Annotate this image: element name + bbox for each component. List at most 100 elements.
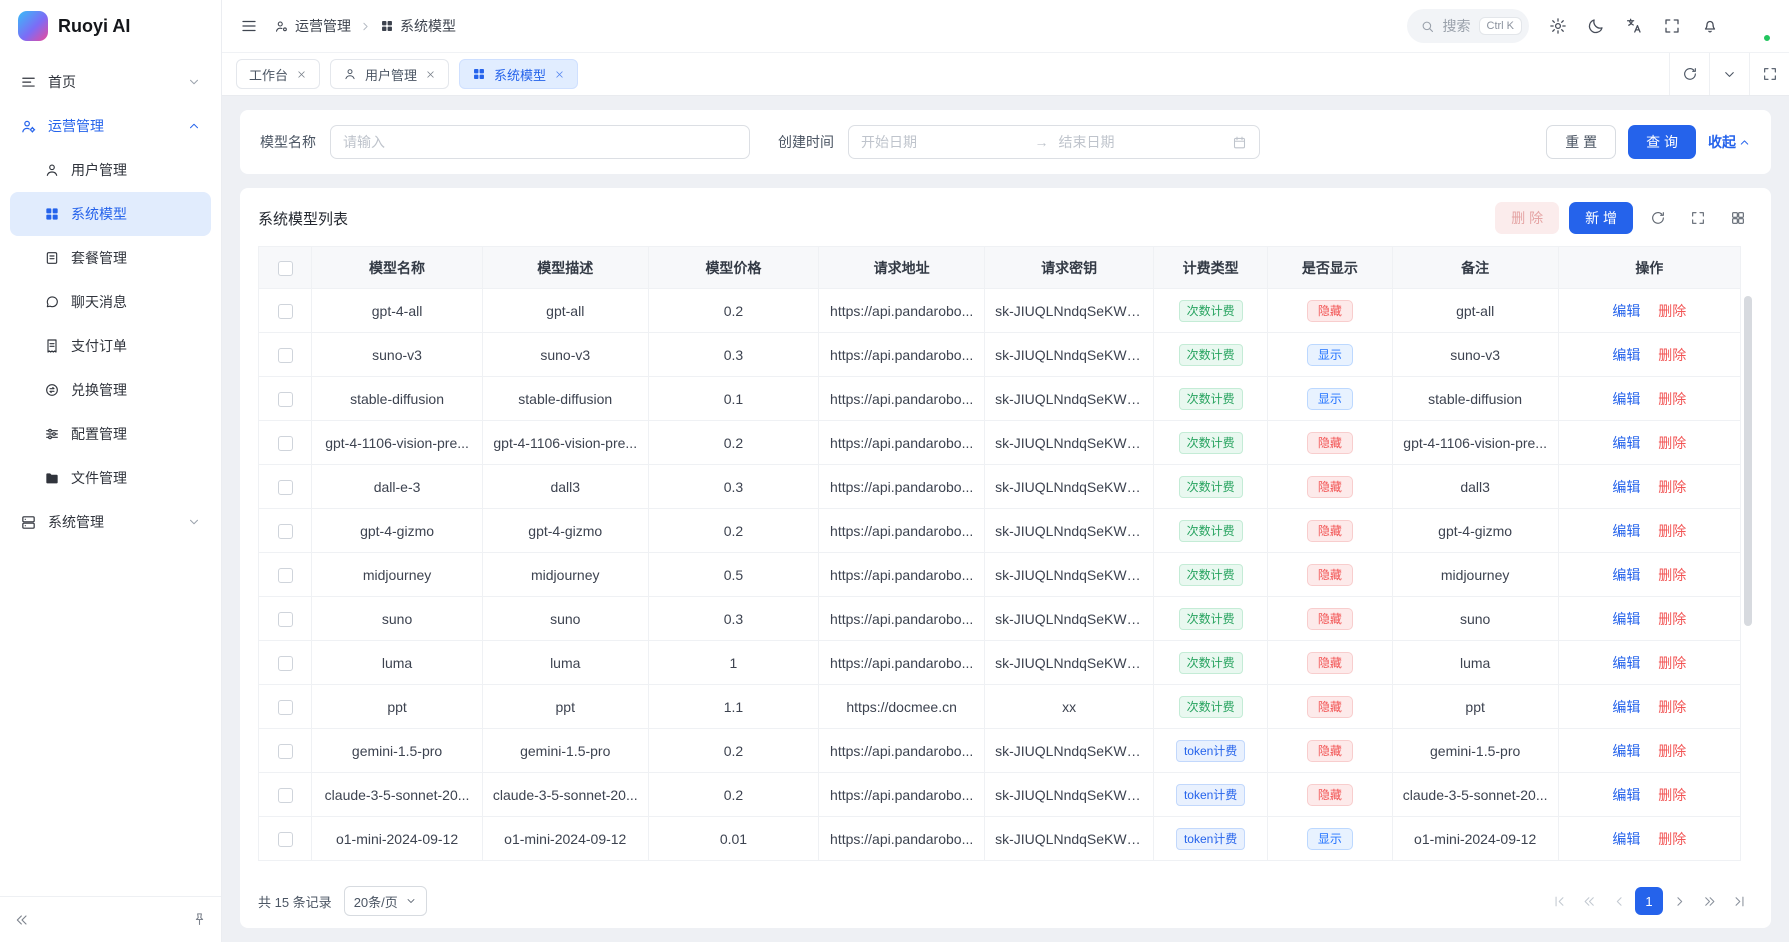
- cell-remark: stable-diffusion: [1392, 377, 1558, 421]
- sidebar-item-config-management[interactable]: 配置管理: [10, 412, 211, 456]
- edit-link[interactable]: 编辑: [1612, 567, 1640, 583]
- edit-link[interactable]: 编辑: [1612, 699, 1640, 715]
- column-settings-button[interactable]: [1723, 203, 1753, 233]
- sidebar-item-user-management[interactable]: 用户管理: [10, 148, 211, 192]
- maximize-content-button[interactable]: [1749, 53, 1789, 95]
- language-button[interactable]: [1625, 17, 1643, 35]
- tab-close-button[interactable]: [296, 69, 307, 80]
- pagination-next-button[interactable]: [1665, 887, 1693, 915]
- table-row: o1-mini-2024-09-12 o1-mini-2024-09-12 0.…: [259, 817, 1741, 861]
- dark-mode-button[interactable]: [1587, 17, 1605, 35]
- notifications-button[interactable]: [1701, 17, 1719, 35]
- edit-link[interactable]: 编辑: [1612, 611, 1640, 627]
- billing-type-badge: 次数计费: [1179, 520, 1243, 542]
- edit-link[interactable]: 编辑: [1612, 523, 1640, 539]
- tab-system-models[interactable]: 系统模型: [459, 59, 578, 89]
- fullscreen-button[interactable]: [1663, 17, 1681, 35]
- pagination: 1: [1545, 887, 1753, 915]
- delete-link[interactable]: 删除: [1658, 479, 1686, 495]
- row-checkbox[interactable]: [278, 524, 293, 539]
- sidebar-pin-button[interactable]: [192, 912, 207, 927]
- pagination-page-1[interactable]: 1: [1635, 887, 1663, 915]
- delete-link[interactable]: 删除: [1658, 435, 1686, 451]
- columns-grid-icon: [1730, 210, 1746, 226]
- delete-link[interactable]: 删除: [1658, 523, 1686, 539]
- refresh-table-button[interactable]: [1643, 203, 1673, 233]
- tab-list-dropdown-button[interactable]: [1709, 53, 1749, 95]
- add-button[interactable]: 新 增: [1569, 202, 1633, 234]
- delete-link[interactable]: 删除: [1658, 611, 1686, 627]
- delete-link[interactable]: 删除: [1658, 567, 1686, 583]
- pin-icon: [192, 912, 207, 927]
- row-checkbox[interactable]: [278, 656, 293, 671]
- edit-link[interactable]: 编辑: [1612, 347, 1640, 363]
- menu-toggle-button[interactable]: [240, 17, 258, 35]
- delete-link[interactable]: 删除: [1658, 787, 1686, 803]
- edit-link[interactable]: 编辑: [1612, 479, 1640, 495]
- sidebar-item-chat-messages[interactable]: 聊天消息: [10, 280, 211, 324]
- sidebar-item-home[interactable]: 首页: [10, 60, 211, 104]
- collapse-filter-link[interactable]: 收起: [1708, 132, 1751, 152]
- reset-button[interactable]: 重 置: [1546, 125, 1616, 159]
- edit-link[interactable]: 编辑: [1612, 743, 1640, 759]
- sidebar-item-exchange-management[interactable]: 兑换管理: [10, 368, 211, 412]
- pagination-next-group-button[interactable]: [1695, 887, 1723, 915]
- row-checkbox[interactable]: [278, 304, 293, 319]
- model-name-input[interactable]: [330, 125, 750, 159]
- select-all-checkbox[interactable]: [278, 261, 293, 276]
- tab-close-button[interactable]: [425, 69, 436, 80]
- user-avatar[interactable]: [1739, 10, 1771, 42]
- pagination-prev-button[interactable]: [1605, 887, 1633, 915]
- settings-button[interactable]: [1549, 17, 1567, 35]
- global-search[interactable]: 搜索 Ctrl K: [1407, 9, 1530, 43]
- sidebar-item-package-management[interactable]: 套餐管理: [10, 236, 211, 280]
- delete-link[interactable]: 删除: [1658, 831, 1686, 847]
- pagination-first-button[interactable]: [1545, 887, 1573, 915]
- delete-link[interactable]: 删除: [1658, 391, 1686, 407]
- row-checkbox[interactable]: [278, 348, 293, 363]
- refresh-tab-button[interactable]: [1669, 53, 1709, 95]
- row-checkbox[interactable]: [278, 392, 293, 407]
- row-checkbox[interactable]: [278, 568, 293, 583]
- edit-link[interactable]: 编辑: [1612, 831, 1640, 847]
- cell-model-name: gemini-1.5-pro: [312, 729, 482, 773]
- edit-link[interactable]: 编辑: [1612, 787, 1640, 803]
- page-size-select[interactable]: 20条/页: [344, 886, 427, 916]
- date-range-picker[interactable]: 开始日期 → 结束日期: [848, 125, 1260, 159]
- delete-link[interactable]: 删除: [1658, 743, 1686, 759]
- delete-link[interactable]: 删除: [1658, 347, 1686, 363]
- sidebar-item-system-models[interactable]: 系统模型: [10, 192, 211, 236]
- edit-link[interactable]: 编辑: [1612, 655, 1640, 671]
- pagination-prev-group-button[interactable]: [1575, 887, 1603, 915]
- row-checkbox[interactable]: [278, 612, 293, 627]
- row-checkbox[interactable]: [278, 436, 293, 451]
- breadcrumb-item-system-models[interactable]: 系统模型: [380, 16, 456, 36]
- delete-link[interactable]: 删除: [1658, 699, 1686, 715]
- tab-label: 工作台: [249, 65, 288, 84]
- tab-workbench[interactable]: 工作台: [236, 59, 320, 89]
- table-vertical-scrollbar[interactable]: [1744, 296, 1752, 626]
- row-checkbox[interactable]: [278, 480, 293, 495]
- row-checkbox[interactable]: [278, 788, 293, 803]
- billing-type-badge: 次数计费: [1179, 432, 1243, 454]
- pagination-last-button[interactable]: [1725, 887, 1753, 915]
- row-checkbox[interactable]: [278, 744, 293, 759]
- delete-selected-button[interactable]: 删 除: [1495, 202, 1559, 234]
- tab-user-management[interactable]: 用户管理: [330, 59, 449, 89]
- query-button[interactable]: 查 询: [1628, 125, 1696, 159]
- delete-link[interactable]: 删除: [1658, 655, 1686, 671]
- edit-link[interactable]: 编辑: [1612, 435, 1640, 451]
- sidebar-collapse-button[interactable]: [14, 912, 30, 928]
- sidebar-item-system-management[interactable]: 系统管理: [10, 500, 211, 544]
- fullscreen-table-button[interactable]: [1683, 203, 1713, 233]
- edit-link[interactable]: 编辑: [1612, 391, 1640, 407]
- sidebar-item-operations[interactable]: 运营管理: [10, 104, 211, 148]
- edit-link[interactable]: 编辑: [1612, 303, 1640, 319]
- sidebar-item-file-management[interactable]: 文件管理: [10, 456, 211, 500]
- tab-close-button[interactable]: [554, 69, 565, 80]
- row-checkbox[interactable]: [278, 700, 293, 715]
- delete-link[interactable]: 删除: [1658, 303, 1686, 319]
- sidebar-item-payment-orders[interactable]: 支付订单: [10, 324, 211, 368]
- row-checkbox[interactable]: [278, 832, 293, 847]
- breadcrumb-item-operations[interactable]: 运营管理: [274, 16, 351, 36]
